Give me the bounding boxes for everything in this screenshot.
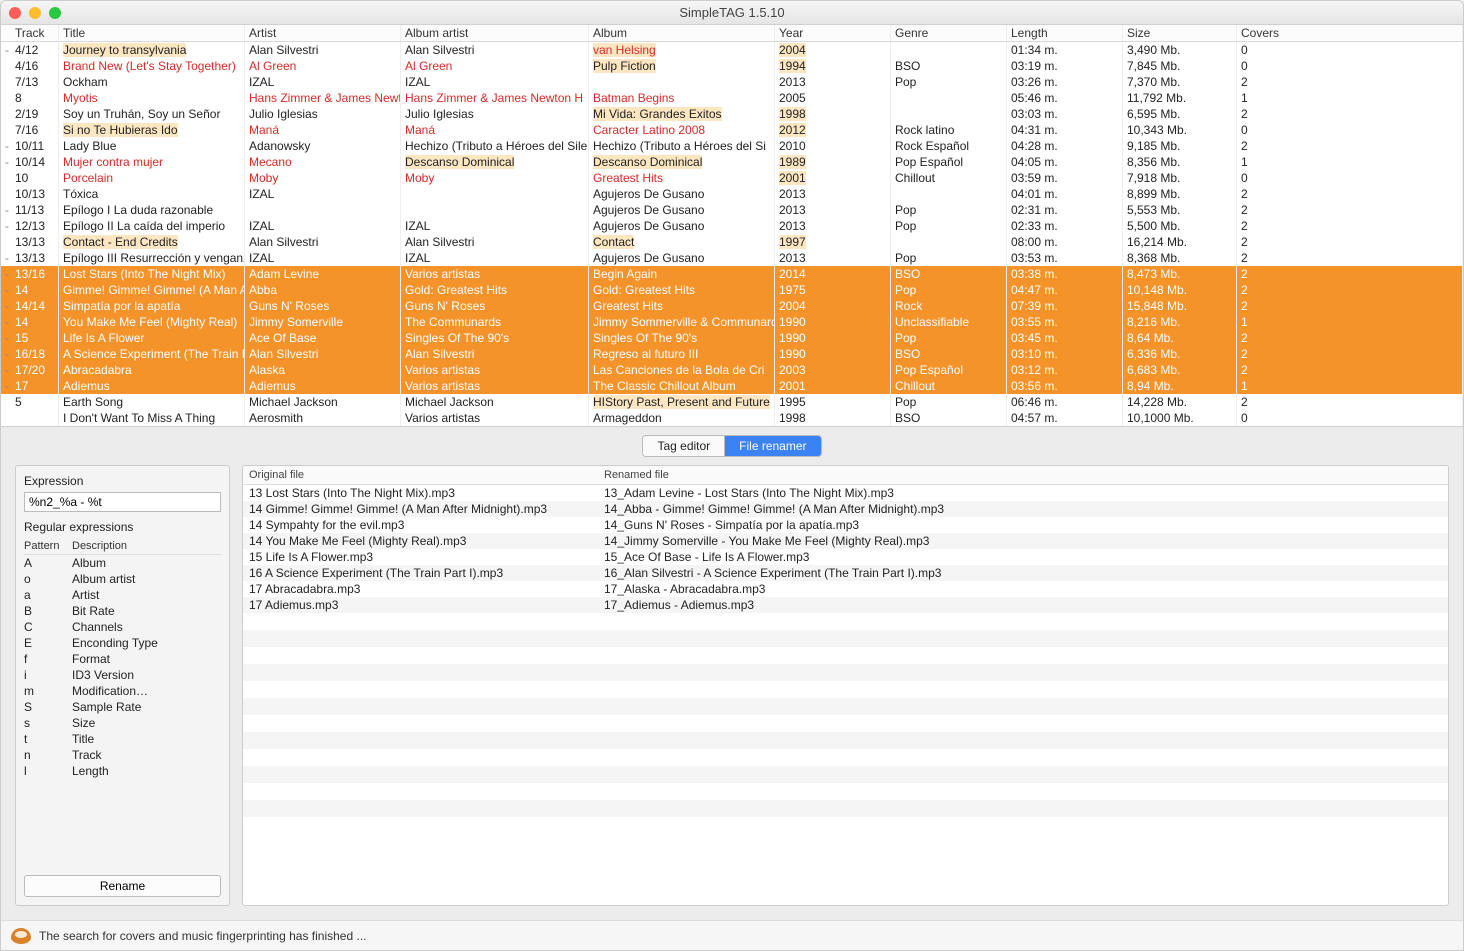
table-row[interactable]: 4/16Brand New (Let's Stay Together)Al Gr… (1, 58, 1463, 74)
regex-item[interactable]: mModification… (24, 683, 221, 699)
rename-row[interactable]: 14 You Make Me Feel (Mighty Real).mp314_… (243, 533, 1448, 549)
regex-item[interactable]: BBit Rate (24, 603, 221, 619)
col-genre[interactable]: Genre (891, 25, 1007, 41)
titlebar: SimpleTAG 1.5.10 (1, 1, 1463, 25)
close-icon[interactable] (9, 7, 21, 19)
regex-list[interactable]: AAlbumoAlbum artistaArtistBBit RateCChan… (24, 555, 221, 867)
regex-item[interactable]: CChannels (24, 619, 221, 635)
table-row[interactable]: -14Gimme! Gimme! Gimme! (A Man After Mid… (1, 282, 1463, 298)
regex-item[interactable]: tTitle (24, 731, 221, 747)
expression-panel: Expression Regular expressions Pattern D… (15, 465, 230, 906)
table-row[interactable]: 10PorcelainMobyMobyGreatest Hits2001Chil… (1, 170, 1463, 186)
regex-item[interactable]: lLength (24, 763, 221, 779)
table-row[interactable]: -16/18A Science Experiment (The Train Pa… (1, 346, 1463, 362)
rename-body[interactable]: 13 Lost Stars (Into The Night Mix).mp313… (243, 485, 1448, 905)
table-row[interactable]: -12/13Epílogo II La caída del imperioIZA… (1, 218, 1463, 234)
table-row[interactable]: -17/20AbracadabraAlaskaVarios artistasLa… (1, 362, 1463, 378)
regex-item[interactable]: SSample Rate (24, 699, 221, 715)
table-row[interactable]: 2/19Soy un Truhán, Soy un SeñorJulio Igl… (1, 106, 1463, 122)
tab-file-renamer[interactable]: File renamer (724, 436, 820, 456)
regex-item[interactable]: fFormat (24, 651, 221, 667)
mode-tabs: Tag editor File renamer (1, 427, 1463, 465)
table-row[interactable]: -13/16Lost Stars (Into The Night Mix)Ada… (1, 266, 1463, 282)
table-row[interactable]: -17AdiemusAdiemusVarios artistasThe Clas… (1, 378, 1463, 394)
table-row[interactable]: 13/13Contact - End CreditsAlan Silvestri… (1, 234, 1463, 250)
window-title: SimpleTAG 1.5.10 (679, 5, 784, 20)
rename-row[interactable]: 15 Life Is A Flower.mp315_Ace Of Base - … (243, 549, 1448, 565)
window-controls (9, 7, 61, 19)
statusbar: The search for covers and music fingerpr… (1, 920, 1463, 950)
rename-row[interactable]: 14 Gimme! Gimme! Gimme! (A Man After Mid… (243, 501, 1448, 517)
regex-header: Pattern Description (24, 538, 221, 555)
regex-label: Regular expressions (24, 520, 221, 534)
col-size[interactable]: Size (1123, 25, 1237, 41)
col-length[interactable]: Length (1007, 25, 1123, 41)
status-icon (11, 928, 31, 944)
table-row[interactable]: 7/16Si no Te Hubieras IdoManáManáCaracte… (1, 122, 1463, 138)
col-title[interactable]: Title (59, 25, 245, 41)
minimize-icon[interactable] (29, 7, 41, 19)
rename-button[interactable]: Rename (24, 875, 221, 897)
rename-row[interactable]: 16 A Science Experiment (The Train Part … (243, 565, 1448, 581)
rename-row[interactable]: 13 Lost Stars (Into The Night Mix).mp313… (243, 485, 1448, 501)
table-row[interactable]: 10/13TóxicaIZALAgujeros De Gusano201304:… (1, 186, 1463, 202)
status-text: The search for covers and music fingerpr… (39, 929, 367, 943)
rename-row[interactable]: 17 Adiemus.mp317_Adiemus - Adiemus.mp3 (243, 597, 1448, 613)
table-row[interactable]: 8MyotisHans Zimmer & James Newton Howard… (1, 90, 1463, 106)
rename-row[interactable]: 17 Abracadabra.mp317_Alaska - Abracadabr… (243, 581, 1448, 597)
table-header: Track Title Artist Album artist Album Ye… (1, 25, 1463, 42)
col-album[interactable]: Album (589, 25, 775, 41)
regex-item[interactable]: AAlbum (24, 555, 221, 571)
regex-item[interactable]: iID3 Version (24, 667, 221, 683)
table-row[interactable]: -14You Make Me Feel (Mighty Real)Jimmy S… (1, 314, 1463, 330)
tab-tag-editor[interactable]: Tag editor (643, 436, 724, 456)
table-row[interactable]: -4/12Journey to transylvaniaAlan Silvest… (1, 42, 1463, 58)
regex-item[interactable]: sSize (24, 715, 221, 731)
table-row[interactable]: -10/11Lady BlueAdanowskyHechizo (Tributo… (1, 138, 1463, 154)
col-track[interactable]: Track (11, 25, 59, 41)
app-window: SimpleTAG 1.5.10 Track Title Artist Albu… (0, 0, 1464, 951)
regex-item[interactable]: oAlbum artist (24, 571, 221, 587)
col-covers[interactable]: Covers (1237, 25, 1463, 41)
table-row[interactable]: I Don't Want To Miss A ThingAerosmithVar… (1, 410, 1463, 426)
table-row[interactable]: -11/13Epílogo I La duda razonableAgujero… (1, 202, 1463, 218)
rename-preview: Original file Renamed file 13 Lost Stars… (242, 465, 1449, 906)
rename-row[interactable]: 14 Sympahty for the evil.mp314_Guns N' R… (243, 517, 1448, 533)
expression-label: Expression (24, 474, 221, 488)
col-albumartist[interactable]: Album artist (401, 25, 589, 41)
table-row[interactable]: 7/13OckhamIZALIZAL2013Pop03:26 m.7,370 M… (1, 74, 1463, 90)
table-row[interactable]: -15Life Is A FlowerAce Of BaseSingles Of… (1, 330, 1463, 346)
regex-item[interactable]: aArtist (24, 587, 221, 603)
tracks-table[interactable]: Track Title Artist Album artist Album Ye… (1, 25, 1463, 427)
zoom-icon[interactable] (49, 7, 61, 19)
table-row[interactable]: -13/13Epílogo III Resurrección y venganz… (1, 250, 1463, 266)
col-artist[interactable]: Artist (245, 25, 401, 41)
bottom-panel: Expression Regular expressions Pattern D… (1, 465, 1463, 920)
regex-item[interactable]: nTrack (24, 747, 221, 763)
table-row[interactable]: -10/14Mujer contra mujerMecanoDescanso D… (1, 154, 1463, 170)
expression-input[interactable] (24, 492, 221, 512)
table-row[interactable]: -14/14Simpatía por la apatíaGuns N' Rose… (1, 298, 1463, 314)
rename-header: Original file Renamed file (243, 466, 1448, 485)
col-year[interactable]: Year (775, 25, 891, 41)
table-row[interactable]: 5Earth SongMichael JacksonMichael Jackso… (1, 394, 1463, 410)
regex-item[interactable]: EEnconding Type (24, 635, 221, 651)
